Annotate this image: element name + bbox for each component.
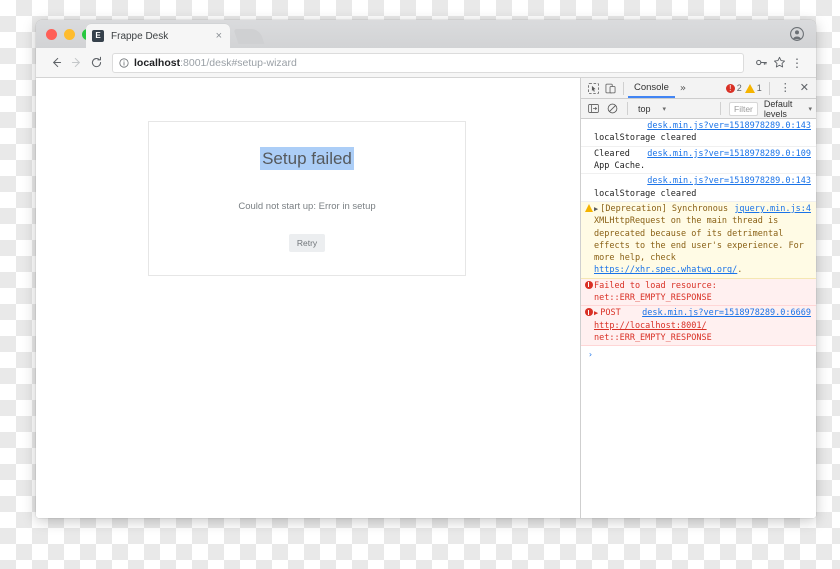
retry-button[interactable]: Retry	[288, 234, 326, 253]
console-message-text-tail: net::ERR_EMPTY_RESPONSE	[594, 333, 712, 343]
console-message-text-tail: .	[737, 265, 743, 276]
console-source-link[interactable]: desk.min.js?ver=1518978289.0:109	[647, 148, 811, 160]
devtools-menu-button[interactable]: ⋮	[777, 82, 794, 94]
clear-console-icon[interactable]	[604, 100, 621, 117]
address-bar-url: localhost:8001/desk#setup-wizard	[134, 57, 297, 69]
console-filter-bar: top ▾ Filter Default levels ▾	[581, 99, 816, 119]
expand-triangle-icon[interactable]: ▶	[594, 309, 598, 317]
tab-strip: E Frappe Desk ×	[36, 20, 816, 48]
warning-count-chip[interactable]: 1	[744, 83, 762, 93]
filterbar-divider	[627, 102, 628, 115]
error-count-chip[interactable]: ! 2	[725, 83, 742, 93]
expand-triangle-icon[interactable]: ▶	[594, 205, 598, 213]
reload-button[interactable]	[86, 53, 106, 73]
inspect-element-icon[interactable]	[585, 80, 602, 97]
more-tabs-chevron-icon[interactable]: »	[675, 83, 691, 94]
console-row-body: jquery.min.js:4 ▶ [Deprecation] Synchronou…	[594, 203, 813, 277]
log-gutter	[583, 175, 594, 200]
browser-toolbar: localhost:8001/desk#setup-wizard ⋮	[36, 48, 816, 78]
console-source-link[interactable]: desk.min.js?ver=1518978289.0:143	[647, 120, 811, 132]
execution-context-select[interactable]: top ▾	[634, 104, 714, 114]
page-viewport: Setup failed Could not start up: Error i…	[36, 78, 581, 518]
prompt-caret-icon: ›	[588, 350, 593, 360]
warning-icon	[583, 203, 594, 277]
console-log-list[interactable]: desk.min.js?ver=1518978289.0:143 localSto…	[581, 119, 816, 518]
devtools-tabbar: Console » ! 2 1 ⋮ ✕	[581, 78, 816, 99]
log-levels-select[interactable]: Default levels ▾	[760, 99, 812, 119]
console-row-body: desk.min.js?ver=1518978289.0:6669 ▶ POST h…	[594, 307, 813, 344]
console-row-log[interactable]: desk.min.js?ver=1518978289.0:143 localSto…	[581, 174, 816, 202]
warning-count: 1	[756, 83, 762, 93]
console-inline-link[interactable]: http://localhost:8001/	[594, 321, 707, 331]
page-title: Setup failed	[260, 147, 354, 171]
console-prompt[interactable]: ›	[581, 346, 816, 364]
browser-menu-button[interactable]: ⋮	[788, 53, 806, 73]
profile-avatar-icon[interactable]	[790, 27, 804, 41]
console-inline-link[interactable]: https://xhr.spec.whatwg.org/	[594, 265, 737, 275]
address-bar[interactable]: localhost:8001/desk#setup-wizard	[112, 52, 744, 73]
bookmark-star-icon[interactable]	[770, 53, 788, 73]
console-row-err[interactable]: desk.min.js?ver=1518978289.0:6669 ▶ POST h…	[581, 306, 816, 347]
error-icon	[583, 280, 594, 305]
console-row-err[interactable]: Failed to load resource: net::ERR_EMPTY_…	[581, 278, 816, 307]
console-sidebar-icon[interactable]	[585, 100, 602, 117]
frappe-favicon-icon: E	[92, 30, 104, 42]
error-icon: !	[725, 83, 735, 93]
log-gutter	[583, 148, 594, 173]
console-row-body: desk.min.js?ver=1518978289.0:109 Cleared …	[594, 148, 813, 173]
console-message-text: localStorage cleared	[594, 133, 697, 144]
console-row-body: Failed to load resource: net::ERR_EMPTY_…	[594, 280, 813, 305]
console-row-log[interactable]: desk.min.js?ver=1518978289.0:109 Cleared …	[581, 146, 816, 175]
counts-divider	[768, 81, 770, 95]
device-toolbar-icon[interactable]	[602, 80, 619, 97]
error-icon	[583, 307, 594, 344]
browser-tab-frappe-desk[interactable]: E Frappe Desk ×	[86, 24, 230, 48]
url-path: :8001/desk#setup-wizard	[180, 56, 297, 69]
toolbar-divider	[623, 81, 624, 95]
setup-failed-card: Setup failed Could not start up: Error i…	[148, 121, 466, 276]
chevron-down-icon: ▾	[662, 105, 667, 113]
console-row-body: desk.min.js?ver=1518978289.0:143 localSto…	[594, 175, 813, 200]
console-message-text: Cleared App Cache.	[594, 148, 646, 171]
warning-icon	[744, 83, 755, 93]
log-gutter	[583, 120, 594, 145]
console-source-link[interactable]: desk.min.js?ver=1518978289.0:143	[647, 175, 811, 187]
minimize-window-button[interactable]	[64, 29, 75, 40]
console-filter-input[interactable]: Filter	[729, 101, 758, 116]
site-info-icon[interactable]	[119, 57, 129, 68]
error-message: Could not start up: Error in setup	[238, 201, 376, 213]
forward-button[interactable]	[66, 53, 86, 73]
console-row-warn[interactable]: jquery.min.js:4 ▶ [Deprecation] Synchronou…	[581, 201, 816, 279]
new-tab-button[interactable]	[233, 29, 265, 44]
saved-password-key-icon[interactable]	[752, 53, 770, 73]
devtools-close-icon[interactable]: ✕	[797, 82, 812, 94]
issue-counts: ! 2 1 ⋮ ✕	[725, 81, 812, 95]
execution-context-value: top	[638, 103, 651, 114]
browser-window: E Frappe Desk × localhost:8001/desk#setu…	[36, 20, 816, 518]
log-levels-value: Default levels	[763, 98, 793, 119]
chevron-down-icon: ▾	[808, 105, 812, 113]
back-button[interactable]	[46, 53, 66, 73]
console-source-link[interactable]: jquery.min.js:4	[734, 203, 811, 215]
url-host: localhost	[134, 56, 181, 69]
console-message-text: localStorage cleared	[594, 188, 697, 199]
tab-console[interactable]: Console	[628, 78, 675, 98]
console-source-link[interactable]: desk.min.js?ver=1518978289.0:6669	[642, 307, 811, 319]
tab-title: Frappe Desk	[111, 30, 169, 42]
filter-divider	[720, 102, 721, 115]
window-content: Setup failed Could not start up: Error i…	[36, 78, 816, 518]
error-count: 2	[736, 83, 742, 93]
tab-close-icon[interactable]: ×	[214, 30, 224, 42]
console-row-body: desk.min.js?ver=1518978289.0:143 localSto…	[594, 120, 813, 145]
request-method: POST	[600, 308, 621, 319]
close-window-button[interactable]	[46, 29, 57, 40]
console-row-log[interactable]: desk.min.js?ver=1518978289.0:143 localSto…	[581, 119, 816, 147]
console-message-text: Failed to load resource: net::ERR_EMPTY_…	[594, 280, 717, 304]
devtools-panel: Console » ! 2 1 ⋮ ✕ top ▾ Filter Default…	[581, 78, 816, 518]
